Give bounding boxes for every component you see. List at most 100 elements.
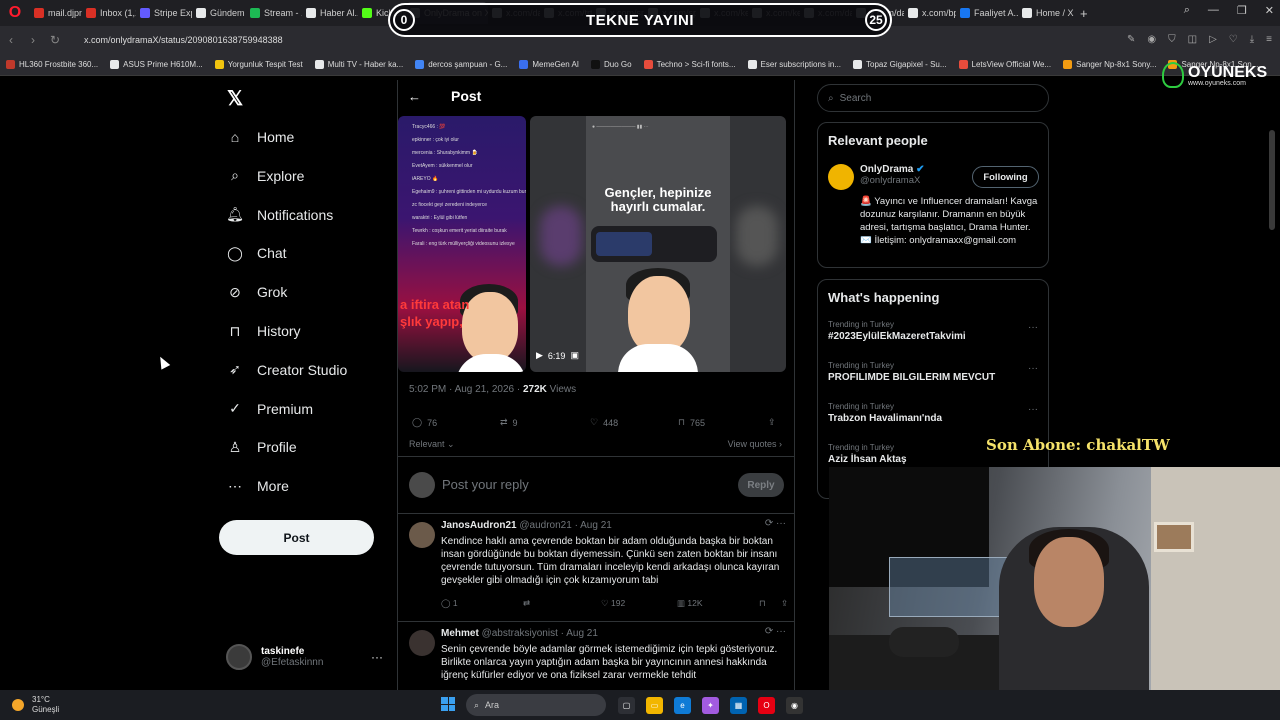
share-action[interactable]: ⇪ xyxy=(768,417,776,428)
sidebar-item-profile[interactable]: ♙ Profile xyxy=(226,438,297,456)
search-input[interactable]: ⌕ Search xyxy=(817,84,1049,112)
url-field[interactable]: x.com/onlydramaX/status/2090801638759948… xyxy=(84,35,283,45)
reply-author[interactable]: JanosAudron21 xyxy=(441,520,517,531)
trend-more-icon[interactable]: ··· xyxy=(1028,363,1038,374)
following-button[interactable]: Following xyxy=(972,166,1039,188)
taskbar-search[interactable]: ⌕ Ara xyxy=(466,694,606,716)
sidebar-item-chat[interactable]: ◯ Chat xyxy=(226,244,286,262)
reply-item[interactable]: JanosAudron21 @audron21 · Aug 21 ⟳ ··· Ken… xyxy=(398,514,794,622)
bookmark-action[interactable]: ⊓ 765 xyxy=(678,417,768,428)
browser-tab[interactable]: x.com/bp... xyxy=(904,2,956,24)
sidebar-item-home[interactable]: ⌂ Home xyxy=(226,128,295,146)
opera-icon[interactable]: O xyxy=(758,697,775,714)
bookmark-item[interactable]: MemeGen AI xyxy=(519,60,579,69)
trend-item[interactable]: Trending in Turkey PROFILIMDE BILGILERIM … xyxy=(828,361,995,383)
forward-icon[interactable]: › xyxy=(22,33,44,47)
repost-action[interactable]: ⇄ 9 xyxy=(500,417,590,428)
trend-item[interactable]: Trending in Turkey Aziz İhsan Aktaş xyxy=(828,443,907,465)
bookmark-item[interactable]: Multi TV - Haber ka... xyxy=(314,60,403,69)
sidebar-item-explore[interactable]: ⌕ Explore xyxy=(226,167,304,185)
file-explorer-icon[interactable]: ▭ xyxy=(646,697,663,714)
avatar[interactable] xyxy=(409,522,435,548)
windows-start-icon[interactable] xyxy=(441,697,455,711)
edge-icon[interactable]: e xyxy=(674,697,691,714)
bookmark-item[interactable]: Topaz Gigapixel - Su... xyxy=(853,60,947,69)
bookmark-item[interactable]: Sanger Np-8x1 Sony... xyxy=(1063,60,1156,69)
back-icon[interactable]: ‹ xyxy=(0,33,22,47)
opera-logo-icon[interactable]: O xyxy=(4,2,26,24)
bookmark-item[interactable]: Duo Go xyxy=(591,60,632,69)
play-icon[interactable]: ▷ xyxy=(1209,34,1217,45)
reply-author[interactable]: Mehmet xyxy=(441,628,479,639)
reply-more-icon[interactable]: ⟳ ··· xyxy=(765,626,786,637)
app-icon[interactable]: ◉ xyxy=(786,697,803,714)
bookmark-item[interactable]: dercos şampuan - G... xyxy=(415,60,507,69)
x-logo-icon[interactable]: 𝕏 xyxy=(227,86,243,111)
bookmark-item[interactable]: Eser subscriptions in... xyxy=(747,60,841,69)
maximize-icon[interactable]: ❐ xyxy=(1237,4,1247,17)
cube-icon[interactable]: ◫ xyxy=(1188,34,1197,45)
post-video[interactable]: ● ─────────── ▮▮ ⋯ Gençler, hepinize hay… xyxy=(530,116,786,372)
play-icon[interactable]: ▶ xyxy=(536,350,543,361)
sort-dropdown[interactable]: Relevant ⌄ xyxy=(409,439,455,450)
reply-share-icon[interactable]: ⇪ xyxy=(781,598,788,609)
reply-item[interactable]: Mehmet @abstraksiyonist · Aug 21 ⟳ ··· Sen… xyxy=(398,622,794,690)
scrollbar[interactable] xyxy=(1269,130,1275,230)
search-icon[interactable]: ⌕ xyxy=(1184,4,1190,17)
bookmark-item[interactable]: ASUS Prime H610M... xyxy=(110,60,203,69)
bookmark-item[interactable]: HL360 Frostbite 360... xyxy=(6,60,98,69)
trend-item[interactable]: Trending in Turkey #2023EylülEkMazeretTak… xyxy=(828,320,966,342)
reload-icon[interactable]: ↻ xyxy=(44,33,66,47)
view-quotes-link[interactable]: View quotes › xyxy=(728,439,782,449)
post-timestamp[interactable]: 5:02 PM · Aug 21, 2026 · xyxy=(409,384,520,395)
caption-icon[interactable]: ▣ xyxy=(570,350,579,361)
sidebar-item-premium[interactable]: ✓ Premium xyxy=(226,400,313,418)
post-image-left[interactable]: Tracyc466 : 💯 epkinner : çok iyi olur merc… xyxy=(398,116,526,372)
sidebar-item-notifications[interactable]: 🔔︎ Notifications xyxy=(226,206,333,224)
bookmark-item[interactable]: Yorgunluk Tespit Test xyxy=(214,60,303,69)
bookmark-item[interactable]: LetsView Official We... xyxy=(958,60,1051,69)
store-icon[interactable]: ▦ xyxy=(730,697,747,714)
browser-tab[interactable]: Inbox (1,1... xyxy=(82,2,136,24)
avatar[interactable] xyxy=(828,164,854,190)
reply-repost-action[interactable]: ⇄ xyxy=(523,598,601,609)
avatar[interactable] xyxy=(409,630,435,656)
sidebar-item-grok[interactable]: ⊘ Grok xyxy=(226,283,287,301)
reply-like-action[interactable]: ♡ 192 xyxy=(601,598,677,609)
reply-more-icon[interactable]: ⟳ ··· xyxy=(765,518,786,529)
browser-tab[interactable]: Home / X xyxy=(1018,2,1076,24)
trend-more-icon[interactable]: ··· xyxy=(1028,404,1038,415)
browser-tab[interactable]: Stripe Exp... xyxy=(136,2,192,24)
browser-tab[interactable]: mail.djpn... xyxy=(30,2,82,24)
browser-tab[interactable]: Stream - ... xyxy=(246,2,302,24)
more-dots-icon[interactable]: ··· xyxy=(371,650,383,664)
reply-action[interactable]: ◯ 76 xyxy=(412,417,500,428)
reply-date[interactable]: · Aug 21 xyxy=(561,628,598,639)
browser-tab[interactable]: Gündem |... xyxy=(192,2,246,24)
sidebar-item-more[interactable]: ⋯ More xyxy=(226,477,289,495)
bookmark-item[interactable]: Techno > Sci-fi fonts... xyxy=(643,60,736,69)
back-arrow-icon[interactable]: ← xyxy=(408,89,421,104)
browser-tab[interactable]: Haber Al... xyxy=(302,2,358,24)
camera-icon[interactable]: ◉ xyxy=(1147,34,1156,45)
reply-button[interactable]: Reply xyxy=(738,473,784,497)
menu-icon[interactable]: ≡ xyxy=(1266,34,1272,45)
trend-more-icon[interactable]: ··· xyxy=(1028,322,1038,333)
minimize-icon[interactable]: — xyxy=(1208,4,1219,17)
reply-input[interactable]: Post your reply xyxy=(442,477,529,492)
reply-views-action[interactable]: ▥ 12K xyxy=(677,598,759,609)
sidebar-item-history[interactable]: ⊓ History xyxy=(226,322,301,340)
copilot-icon[interactable]: ✦ xyxy=(702,697,719,714)
account-switcher[interactable]: taskinefe @Efetaskinnn xyxy=(226,644,323,670)
download-icon[interactable]: ⤓ xyxy=(1250,34,1254,45)
post-button[interactable]: Post xyxy=(219,520,374,555)
reply-reply-action[interactable]: ◯ 1 xyxy=(441,598,523,609)
trend-item[interactable]: Trending in Turkey Trabzon Havalimanı'nda xyxy=(828,402,942,424)
task-view-icon[interactable]: ▢ xyxy=(618,697,635,714)
close-icon[interactable]: ✕ xyxy=(1265,4,1274,17)
like-action[interactable]: ♡ 448 xyxy=(590,417,678,428)
reply-date[interactable]: · Aug 21 xyxy=(575,520,612,531)
video-controls[interactable]: ▶ 6:19 ▣ xyxy=(536,350,579,361)
new-tab-button[interactable]: + xyxy=(1080,6,1088,21)
browser-tab[interactable]: Faaliyet A... xyxy=(956,2,1018,24)
